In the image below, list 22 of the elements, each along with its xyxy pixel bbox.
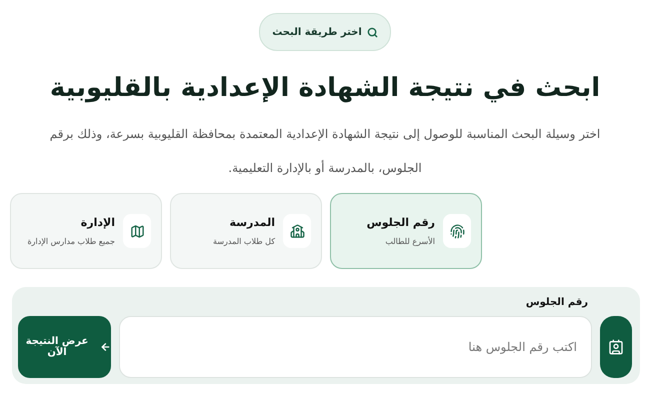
map-icon — [130, 224, 144, 238]
card-title: رقم الجلوس — [366, 216, 435, 229]
arrow-icon — [100, 341, 111, 353]
seat-number-field[interactable]: اكتب رقم الجلوس هنا — [119, 316, 592, 378]
id-card-icon — [608, 339, 624, 355]
field-label: رقم الجلوس — [524, 297, 588, 308]
method-card[interactable]: الإدارة جميع طلاب مدارس الإدارة — [10, 193, 162, 269]
badge-label: اختر طريقة البحث — [272, 26, 362, 38]
search-icon — [366, 26, 378, 38]
description-text: اختر وسيلة البحث المناسبة للوصول إلى نتيجة الشهادة الإعدادية المعتمدة بمحافظة القليوبية بسرعة، وذلك برقم الجلوس، بالمدرسة أو بالإدارة التعليمية. — [48, 126, 602, 177]
fingerprint-icon — [450, 224, 464, 238]
building-icon — [290, 224, 304, 238]
page-heading: ابحث في نتيجة الشهادة الإعدادية بالقليوبية — [50, 73, 600, 103]
card-subtitle: جميع طلاب مدارس الإدارة — [27, 237, 115, 246]
card-title: الإدارة — [80, 216, 115, 229]
method-card[interactable]: رقم الجلوس الأسرع للطالب — [330, 193, 482, 269]
card-title: المدرسة — [228, 216, 275, 229]
card-subtitle: كل طلاب المدرسة — [213, 237, 275, 246]
method-card[interactable]: المدرسة كل طلاب المدرسة — [170, 193, 322, 269]
show-result-button[interactable]: عرض النتيجة الآن — [18, 316, 111, 378]
card-subtitle: الأسرع للطالب — [384, 237, 435, 246]
id-card-button[interactable] — [600, 316, 632, 378]
